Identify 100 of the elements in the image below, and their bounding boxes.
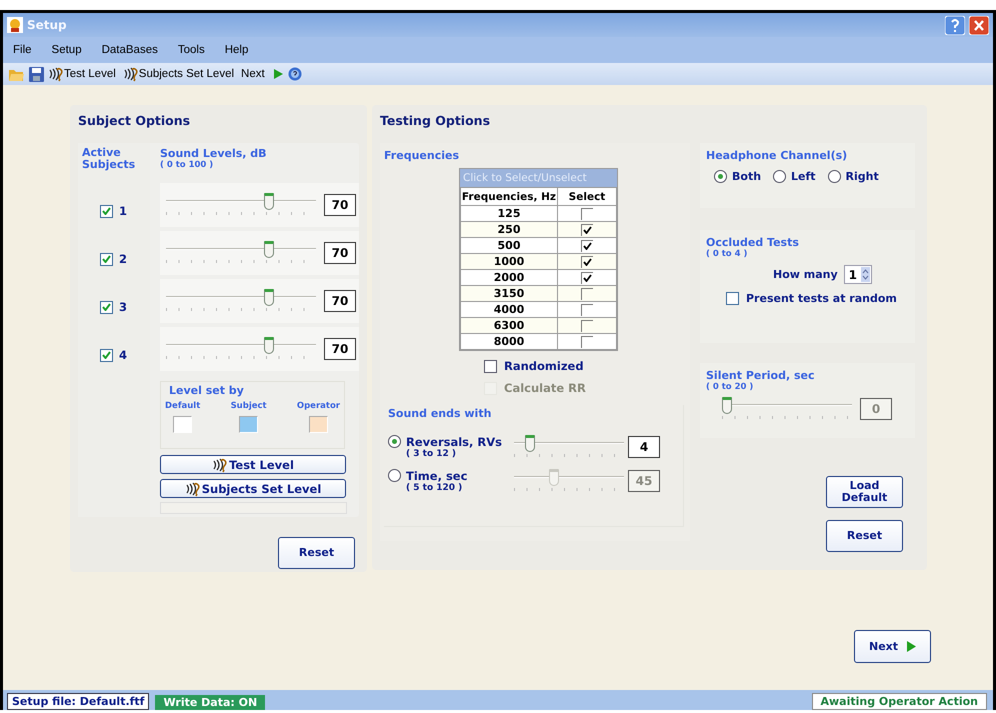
group-title: Sound ends with [388,407,492,420]
reset-button[interactable]: Reset [278,537,355,569]
slider[interactable] [722,396,852,422]
table-cell: 8000 [460,334,558,350]
radio-button[interactable] [714,170,727,183]
slider-thumb[interactable] [264,193,274,210]
checkbox[interactable] [581,240,593,252]
slider[interactable] [166,192,316,218]
menu-item[interactable]: Setup [52,44,82,56]
radio-label: Reversals, RVs [406,435,502,449]
button[interactable]: Subjects Set Level [160,479,346,498]
table-cell: 1000 [460,254,558,270]
legend-label: Operator [296,401,340,411]
slider-thumb[interactable] [264,289,274,306]
radio-button[interactable] [828,170,841,183]
checkbox[interactable] [581,224,593,236]
subject-number: 3 [119,300,128,314]
checkbox-label: Randomized [504,359,584,373]
table-cell: 250 [460,222,558,238]
reset-button[interactable]: Reset [826,520,903,552]
value-field[interactable]: 70 [324,338,356,360]
slider[interactable] [166,288,316,314]
slider[interactable] [166,336,316,362]
menu-item[interactable]: Tools [178,44,205,56]
slider-thumb[interactable] [525,435,535,452]
radio-button[interactable] [388,469,401,482]
slider[interactable] [514,434,624,460]
range-label: ( 0 to 4 ) [706,249,748,259]
menu-item[interactable]: Help [224,44,248,56]
checkbox-label: Calculate RR [504,381,586,395]
radio-button[interactable] [773,170,786,183]
ear-icon[interactable] [184,480,200,496]
checkbox[interactable] [100,300,113,314]
checkbox[interactable] [581,208,593,220]
checkbox[interactable] [581,336,593,348]
value-field[interactable]: 70 [324,242,356,264]
table-cell: 6300 [460,318,558,334]
group-title: Level set by [167,384,246,397]
checkbox[interactable] [581,320,593,332]
group-title: Frequencies [384,149,460,162]
status-badge: Write Data: ON [155,695,266,710]
radio-label: Time, sec [406,469,468,483]
checkbox[interactable] [581,304,593,316]
radio-button[interactable] [388,435,401,448]
button[interactable]: Test Level [160,455,346,474]
checkbox[interactable] [581,272,593,284]
load-default-button[interactable]: Load Default [826,476,903,508]
field-label: How many [772,268,838,281]
spin-box[interactable]: 1 [844,265,872,284]
slider-thumb[interactable] [722,397,732,414]
window-title: Setup [27,18,67,32]
app-icon[interactable] [7,17,23,33]
ear-icon[interactable] [212,456,228,472]
ear-icon[interactable] [48,66,63,82]
legend-label: Default [165,401,200,411]
toolbar-button[interactable]: Next [241,68,265,80]
checkbox[interactable] [581,288,593,300]
ear-icon[interactable] [122,66,138,82]
radio-label: Right [846,170,879,183]
value-field[interactable]: 70 [324,290,356,312]
slider-thumb[interactable] [264,241,274,258]
play-icon[interactable] [906,641,916,652]
subject-number: 2 [119,252,128,266]
slider-thumb[interactable] [549,469,559,486]
play-icon[interactable] [272,68,284,80]
checkbox[interactable] [726,292,739,305]
toolbar-button[interactable]: Test Level [48,66,116,82]
slider[interactable] [514,468,624,494]
value-field[interactable]: 70 [324,194,356,216]
value-field[interactable]: 4 [628,436,660,458]
close-icon[interactable] [969,16,989,34]
table-cell: 500 [460,238,558,254]
radio-label: Both [732,170,762,183]
table-cell: 4000 [460,302,558,318]
spinner-arrows-icon[interactable] [861,267,870,282]
menu-item[interactable]: DataBases [102,44,158,56]
group-title: Headphone Channel(s) [706,149,848,162]
checkbox[interactable] [581,256,593,268]
column-label: Sound Levels, dB [160,147,268,160]
checkbox[interactable] [100,204,113,218]
help-icon[interactable] [288,67,302,81]
next-button[interactable]: Next [854,630,931,663]
table-cell: 3150 [460,286,558,302]
range-label: ( 0 to 20 ) [706,382,754,392]
group-title: Occluded Tests [706,236,800,249]
checkbox[interactable] [100,348,113,362]
table-cell: 125 [460,206,558,222]
slider-thumb[interactable] [264,337,274,354]
slider[interactable] [166,240,316,266]
radio-label: Left [791,170,816,183]
section-title: Subject Options [78,113,192,130]
subject-number: 1 [119,204,128,218]
range-label: ( 5 to 120 ) [406,483,464,493]
checkbox[interactable] [484,360,497,372]
status-text: Awaiting Operator Action [812,693,987,710]
checkbox[interactable] [100,252,113,266]
column-header: Frequencies, Hz [460,188,558,206]
toolbar-button[interactable]: Subjects Set Level [122,66,234,82]
group-title: Silent Period, sec [706,369,816,382]
menu-item[interactable]: File [13,44,32,56]
